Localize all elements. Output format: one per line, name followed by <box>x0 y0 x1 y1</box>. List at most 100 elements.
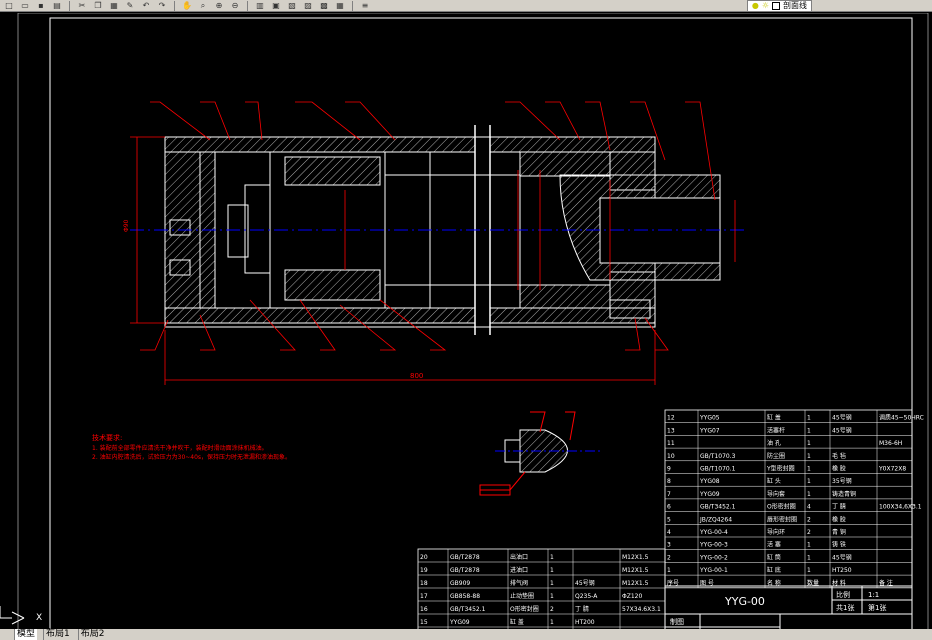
markup-icon[interactable]: ▩ <box>317 1 331 11</box>
toolbar-separator <box>69 0 70 11</box>
color-icon[interactable] <box>772 1 780 10</box>
bom-cell: Y型密封圈 <box>766 465 795 473</box>
bom-cell: YYG09 <box>699 491 720 498</box>
sun-icon[interactable]: ☼ <box>762 1 769 11</box>
bom-cell: 18 <box>420 580 428 587</box>
bom-cell: 1 <box>667 567 671 574</box>
bom-cell: 缸 盖 <box>510 618 524 626</box>
bom-cell: YYG09 <box>449 619 470 626</box>
bom-cell: M36-6H <box>879 440 902 447</box>
open-icon[interactable]: ▭ <box>18 1 32 11</box>
bom-cell: 13 <box>667 427 675 434</box>
bom-cell: 进油口 <box>510 566 528 574</box>
properties-icon[interactable]: ▥ <box>253 1 267 11</box>
zoom-icon[interactable]: ⌕ <box>196 1 210 11</box>
bom-cell: 活 塞 <box>767 541 781 549</box>
bom-left-table: 20 GB/T2878 出油口 1 M12X1.5 19 GB/T2878 进油口 1 M12X1… <box>417 548 666 640</box>
bom-cell: GB/T2878 <box>450 567 480 574</box>
notes-line-2: 2. 油缸内腔清洗后，试验压力为30~40s，保持压力时无泄漏和渗油现象。 <box>92 453 291 461</box>
bom-cell: 青 铜 <box>832 528 846 536</box>
bom-cell: 45号钢 <box>832 426 852 434</box>
bom-cell: 3 <box>667 542 671 549</box>
layout-tabs: 模型 布局1 布局2 <box>0 629 932 640</box>
bom-cell: 排气阀 <box>510 579 528 587</box>
bom-cell: YYG-00-4 <box>699 529 728 536</box>
layer-icon[interactable]: ≡ <box>358 1 372 11</box>
bom-cell: JB/ZQ4264 <box>699 516 732 523</box>
bom-cell: ΦZ120 <box>622 593 642 600</box>
bom-cell: 12 <box>667 415 675 422</box>
sheet-set-icon[interactable]: ▨ <box>301 1 315 11</box>
toolbar-separator <box>247 0 248 11</box>
toolbar-separator <box>352 0 353 11</box>
bom-cell: 1 <box>807 440 811 447</box>
bom-cell: YYG05 <box>699 415 720 422</box>
save-icon[interactable]: ▪ <box>34 1 48 11</box>
pan-icon[interactable]: ✋ <box>180 1 194 11</box>
bom-cell: 1 <box>550 619 554 626</box>
bom-cell: 1 <box>807 427 811 434</box>
bom-cell: 45号钢 <box>832 414 852 422</box>
tab-model[interactable]: 模型 <box>14 629 38 640</box>
bom-cell: HT200 <box>575 619 595 626</box>
bom-cell: 唇形密封圈 <box>767 515 797 523</box>
bom-cell: 防尘圈 <box>767 452 785 460</box>
bom-cell: 出油口 <box>510 553 528 561</box>
bom-cell: 导向环 <box>767 528 785 536</box>
redo-icon[interactable]: ↷ <box>155 1 169 11</box>
detail-view <box>479 411 600 496</box>
bulb-icon[interactable]: ● <box>752 1 759 11</box>
bom-cell: 缸 底 <box>767 566 781 574</box>
bom-cell: 铸 铁 <box>832 541 846 549</box>
tool-palette-icon[interactable]: ▧ <box>285 1 299 11</box>
bom-cell: 2 <box>550 606 554 613</box>
bom-cell: 11 <box>667 440 675 447</box>
title-block: YYG-00 比例 1:1 共1张 第1张 制图 审核 <box>664 585 913 640</box>
bom-cell: 毛 毡 <box>832 452 846 460</box>
bom-cell: 35号钢 <box>832 477 852 485</box>
bom-cell: 45号钢 <box>832 553 852 561</box>
bom-cell: 调质45~50HRC <box>879 414 924 422</box>
print-icon[interactable]: ▤ <box>50 1 64 11</box>
tab-layout1[interactable]: 布局1 <box>43 629 72 640</box>
bom-cell: 油 孔 <box>767 439 781 447</box>
sheet-number: 第1张 <box>868 603 886 612</box>
bom-cell: 丁 腈 <box>575 605 589 613</box>
undo-icon[interactable]: ↶ <box>139 1 153 11</box>
cad-drawing[interactable]: 800 Φ90 技术要求: 1. 装配前全部零件应清洗干净并吹干，装配时滑动面涂… <box>0 12 932 640</box>
bom-cell: 1 <box>550 554 554 561</box>
bom-cell: GB858-88 <box>450 593 480 600</box>
zoom-window-icon[interactable]: ⊕ <box>212 1 226 11</box>
brush-icon[interactable]: ✎ <box>123 1 137 11</box>
scale-label: 比例 <box>836 590 850 599</box>
bom-cell: 1 <box>550 567 554 574</box>
bom-cell: 4 <box>807 504 811 511</box>
bom-cell: 100X34,6X3.1 <box>879 504 922 511</box>
bom-cell: 6 <box>667 504 671 511</box>
cut-icon[interactable]: ✂ <box>75 1 89 11</box>
bom-cell: 5 <box>667 516 671 523</box>
bom-cell: 缸 头 <box>767 477 781 485</box>
toolbar: □ ▭ ▪ ▤ ✂ ❐ ▦ ✎ ↶ ↷ ✋ ⌕ ⊕ ⊖ ▥ ▣ ▧ ▨ ▩ ▦ ≡ ● ☼ 剖面线 <box>0 0 932 12</box>
toolbar-separator <box>174 0 175 11</box>
copy-icon[interactable]: ❐ <box>91 1 105 11</box>
diameter-dim: Φ90 <box>123 219 130 232</box>
bom-cell: GB/T1070.1 <box>700 466 736 473</box>
bom-cell: 15 <box>420 619 428 626</box>
bom-cell: 10 <box>667 453 675 460</box>
bom-right-table: 12 YYG05 缸 盖 1 45号钢 调质45~50HRC13 YYG07 活塞杆 1 45号钢… <box>664 409 924 589</box>
tab-layout2[interactable]: 布局2 <box>77 629 107 640</box>
design-center-icon[interactable]: ▣ <box>269 1 283 11</box>
scale-value: 1:1 <box>868 591 879 599</box>
drawing-canvas[interactable]: 800 Φ90 技术要求: 1. 装配前全部零件应清洗干净并吹干，装配时滑动面涂… <box>0 12 932 640</box>
notes-title: 技术要求: <box>92 433 122 442</box>
bom-cell: 橡 胶 <box>832 515 846 523</box>
bom-cell: GB/T3452.1 <box>700 504 736 511</box>
calc-icon[interactable]: ▦ <box>333 1 347 11</box>
bom-cell: 2 <box>667 554 671 561</box>
zoom-prev-icon[interactable]: ⊖ <box>228 1 242 11</box>
paste-icon[interactable]: ▦ <box>107 1 121 11</box>
layer-dropdown[interactable]: ● ☼ 剖面线 <box>746 0 812 11</box>
bom-cell: 橡 胶 <box>832 465 846 473</box>
new-icon[interactable]: □ <box>2 1 16 11</box>
